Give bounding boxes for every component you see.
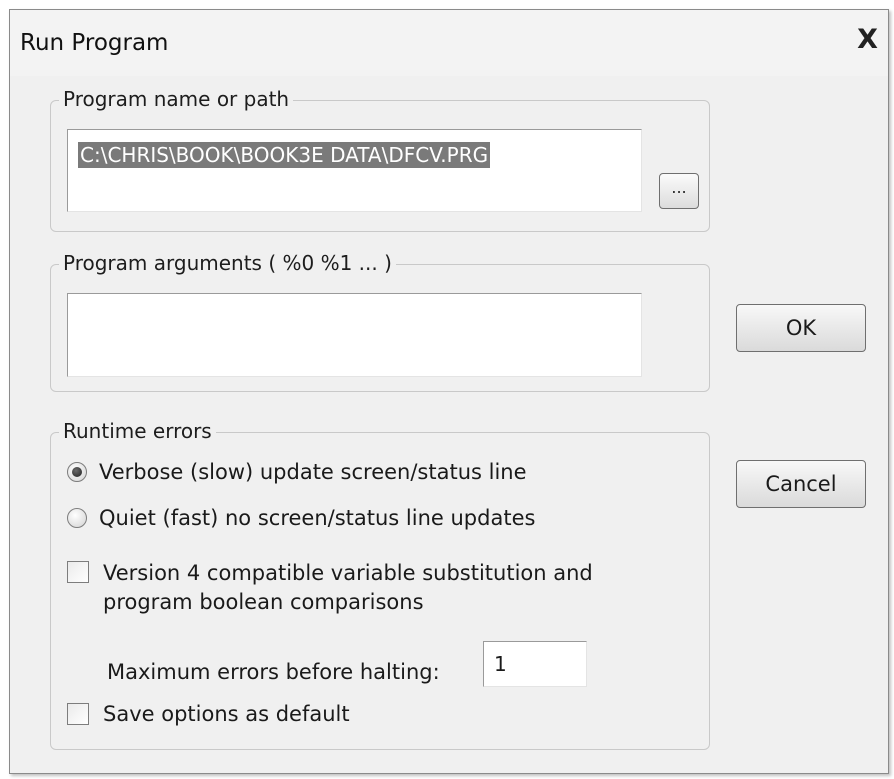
radio-quiet[interactable]	[67, 508, 87, 528]
program-path-input[interactable]: C:\CHRIS\BOOK\BOOK3E DATA\DFCV.PRG	[67, 129, 642, 212]
radio-verbose-row[interactable]: Verbose (slow) update screen/status line	[67, 459, 527, 486]
version4-checkbox-row[interactable]: Version 4 compatible variable substituti…	[67, 559, 627, 617]
ok-button-label: OK	[785, 316, 817, 340]
cancel-button-label: Cancel	[765, 472, 837, 496]
radio-quiet-label: Quiet (fast) no screen/status line updat…	[99, 506, 536, 530]
title-bar: Run Program X	[10, 10, 888, 76]
browse-button[interactable]: ...	[659, 173, 699, 209]
ok-button[interactable]: OK	[736, 304, 866, 352]
cancel-button[interactable]: Cancel	[736, 460, 866, 508]
program-name-group: Program name or path C:\CHRIS\BOOK\BOOK3…	[50, 87, 710, 232]
close-icon[interactable]: X	[857, 26, 878, 53]
program-arguments-input[interactable]	[67, 293, 642, 377]
radio-verbose-label: Verbose (slow) update screen/status line	[99, 460, 527, 484]
max-errors-input[interactable]: 1	[483, 641, 587, 687]
version4-checkbox-label: Version 4 compatible variable substituti…	[103, 561, 593, 614]
program-arguments-legend: Program arguments ( %0 %1 ... )	[59, 251, 396, 275]
radio-quiet-row[interactable]: Quiet (fast) no screen/status line updat…	[67, 505, 535, 532]
version4-checkbox[interactable]	[67, 561, 89, 583]
save-default-checkbox[interactable]	[67, 703, 89, 725]
program-name-legend: Program name or path	[59, 87, 294, 111]
runtime-errors-legend: Runtime errors	[59, 419, 216, 443]
save-default-checkbox-row[interactable]: Save options as default	[67, 701, 350, 728]
ellipsis-browse-icon: ...	[671, 178, 687, 197]
radio-verbose[interactable]	[67, 462, 87, 482]
dialog-title: Run Program	[20, 30, 169, 56]
runtime-errors-group: Runtime errors Verbose (slow) update scr…	[50, 419, 710, 750]
save-default-checkbox-label: Save options as default	[103, 702, 350, 726]
run-program-dialog: Run Program X Program name or path C:\CH…	[9, 9, 889, 774]
max-errors-label: Maximum errors before halting:	[107, 660, 440, 684]
program-path-value: C:\CHRIS\BOOK\BOOK3E DATA\DFCV.PRG	[78, 142, 491, 168]
program-arguments-group: Program arguments ( %0 %1 ... )	[50, 251, 710, 392]
